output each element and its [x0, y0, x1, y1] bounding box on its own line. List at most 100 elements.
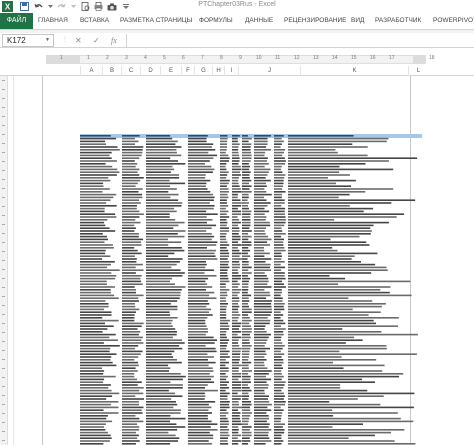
ruler-tick	[2, 125, 5, 126]
ruler-tick	[2, 332, 5, 333]
report-row	[80, 151, 338, 154]
report-row	[80, 300, 373, 302]
ruler-tick	[2, 134, 5, 135]
report-row	[80, 241, 367, 243]
report-row	[80, 157, 418, 159]
ruler-tick	[2, 116, 5, 117]
report-row	[80, 331, 382, 333]
more-options-icon: ⋮	[62, 37, 68, 43]
tab-home[interactable]: ГЛАВНАЯ	[38, 13, 68, 29]
cancel-icon[interactable]: ✕	[75, 35, 82, 46]
report-row	[80, 277, 346, 280]
ruler-tick	[2, 242, 5, 243]
tab-insert[interactable]: ВСТАВКА	[80, 13, 109, 29]
ruler-number: 9	[239, 55, 242, 61]
report-row	[80, 305, 382, 308]
report-row	[80, 165, 340, 168]
excel-window: X PTChapter03Rus - Excel ФАЙЛ ГЛАВНАЯ ВС…	[0, 0, 474, 445]
column-headers: A B C D E F G H I J K L	[0, 65, 474, 76]
report-row	[80, 289, 381, 291]
report-row	[80, 258, 352, 260]
report-row	[80, 339, 363, 341]
ruler-number: 10	[256, 55, 262, 61]
report-row	[80, 401, 330, 403]
report-row	[80, 311, 381, 313]
tab-data[interactable]: ДАННЫЕ	[245, 13, 273, 29]
ruler-number: 13	[313, 55, 319, 61]
ruler-tick	[2, 89, 5, 90]
report-row	[80, 199, 416, 201]
ruler-tick	[2, 278, 5, 279]
ruler-tick	[2, 404, 5, 405]
tab-developer[interactable]: РАЗРАБОТЧИК	[375, 13, 421, 29]
report-row	[80, 431, 391, 434]
column-header-i[interactable]: I	[224, 66, 238, 76]
tab-view[interactable]: ВИД	[351, 13, 364, 29]
tab-formulas[interactable]: ФОРМУЛЫ	[199, 13, 233, 29]
report-row	[80, 149, 336, 151]
tab-page-layout[interactable]: РАЗМЕТКА СТРАНИЦЫ	[120, 13, 192, 29]
tab-powerpivot[interactable]: POWERPIVOT	[433, 13, 474, 29]
ruler-left-margin[interactable]	[46, 55, 80, 64]
pivot-report[interactable]	[80, 134, 422, 445]
report-row	[80, 227, 371, 229]
report-row	[80, 384, 341, 386]
report-row	[80, 375, 399, 378]
report-row	[80, 261, 361, 263]
report-row	[80, 403, 381, 406]
title-bar: X PTChapter03Rus - Excel	[0, 0, 474, 13]
column-header-l[interactable]: L	[408, 66, 428, 76]
formula-bar: K172 ▼ ⋮ ✕ ✓ fx	[0, 33, 474, 48]
column-header-k[interactable]: K	[300, 66, 408, 76]
ruler-tick	[2, 377, 5, 378]
column-header-a[interactable]: A	[80, 66, 102, 76]
report-row	[80, 345, 387, 347]
report-row	[80, 140, 387, 143]
window-title: PTChapter03Rus - Excel	[198, 1, 276, 8]
tab-file[interactable]: ФАЙЛ	[0, 13, 33, 29]
report-row	[80, 244, 370, 246]
report-row	[80, 193, 350, 196]
ruler-tick	[2, 251, 5, 252]
report-row	[80, 370, 383, 372]
column-header-g[interactable]: G	[194, 66, 212, 76]
tab-review[interactable]: РЕЦЕНЗИРОВАНИЕ	[284, 13, 347, 29]
report-row	[80, 359, 377, 361]
ruler-tick	[2, 170, 5, 171]
column-header-d[interactable]: D	[140, 66, 160, 76]
ruler-tick	[2, 314, 5, 315]
ruler-tick	[2, 215, 5, 216]
report-row	[80, 387, 341, 389]
column-header-j[interactable]: J	[238, 66, 300, 76]
report-row	[80, 356, 342, 358]
report-row	[80, 280, 411, 283]
report-row	[80, 395, 384, 397]
column-header-b[interactable]: B	[102, 66, 121, 76]
report-row	[80, 163, 366, 165]
report-row	[80, 266, 387, 269]
report-row	[80, 336, 355, 339]
report-row	[80, 247, 333, 249]
column-header-c[interactable]: C	[121, 66, 140, 76]
column-header-f[interactable]: F	[181, 66, 194, 76]
ruler-tick	[2, 233, 5, 234]
column-header-e[interactable]: E	[160, 66, 181, 76]
ruler-tick	[2, 206, 5, 207]
enter-icon[interactable]: ✓	[93, 35, 100, 46]
ruler-number: 16	[370, 55, 376, 61]
report-row	[80, 249, 338, 252]
report-row	[80, 440, 395, 442]
ruler-tick	[2, 422, 5, 423]
report-row	[80, 168, 394, 171]
ruler-tick	[2, 152, 5, 153]
ruler-right-margin[interactable]	[413, 55, 426, 64]
ruler-tick	[2, 350, 5, 351]
insert-function-icon[interactable]: fx	[111, 35, 117, 46]
report-text-lines	[80, 134, 422, 445]
report-row	[80, 210, 364, 213]
formula-input[interactable]	[126, 34, 472, 47]
column-header-h[interactable]: H	[212, 66, 224, 76]
ruler-tick	[2, 296, 5, 297]
ruler-number: 8	[220, 55, 223, 61]
chevron-down-icon[interactable]: ▼	[45, 37, 50, 43]
